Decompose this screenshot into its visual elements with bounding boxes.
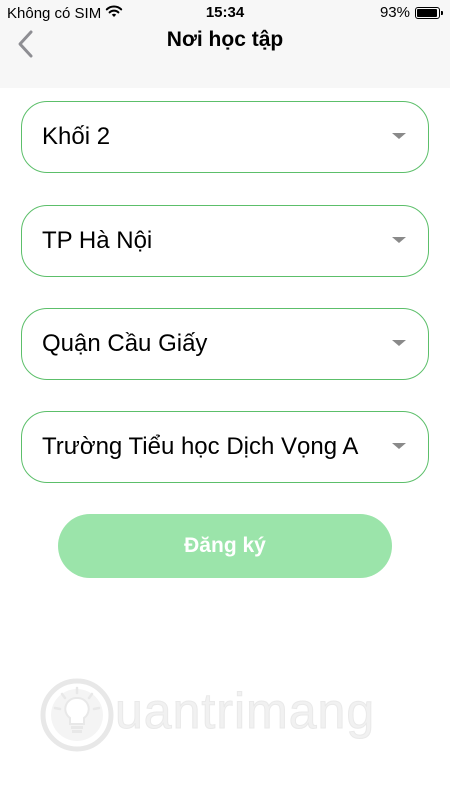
caret-down-icon xyxy=(392,340,406,346)
battery-percent: 93% xyxy=(379,4,410,21)
city-select[interactable]: TP Hà Nội xyxy=(21,205,429,277)
battery-icon xyxy=(415,6,443,19)
status-bar: Không có SIM 15:34 93% xyxy=(0,0,450,24)
caret-down-icon xyxy=(392,237,406,243)
district-select[interactable]: Quận Cầu Giấy xyxy=(21,308,429,380)
watermark-text: uantrimang xyxy=(114,683,376,740)
school-select[interactable]: Trường Tiểu học Dịch Vọng A xyxy=(21,411,429,483)
caret-down-icon xyxy=(392,443,406,449)
city-select-value: TP Hà Nội xyxy=(42,227,153,254)
navigation-bar: Nơi học tập xyxy=(0,24,450,88)
register-button[interactable]: Đăng ký xyxy=(58,514,392,578)
watermark: uantrimang xyxy=(40,678,400,758)
grade-select-value: Khối 2 xyxy=(42,123,111,150)
district-select-value: Quận Cầu Giấy xyxy=(42,330,208,357)
grade-select[interactable]: Khối 2 xyxy=(21,101,429,173)
lightbulb-logo-icon xyxy=(40,678,114,757)
page-title: Nơi học tập xyxy=(166,28,284,51)
status-right: 93% xyxy=(379,4,443,21)
caret-down-icon xyxy=(392,133,406,139)
battery-cap xyxy=(441,10,443,15)
screen: Không có SIM 15:34 93% Nơi học tập Khối … xyxy=(0,0,450,800)
battery-level-fill xyxy=(417,8,437,17)
school-select-value: Trường Tiểu học Dịch Vọng A xyxy=(42,433,359,460)
